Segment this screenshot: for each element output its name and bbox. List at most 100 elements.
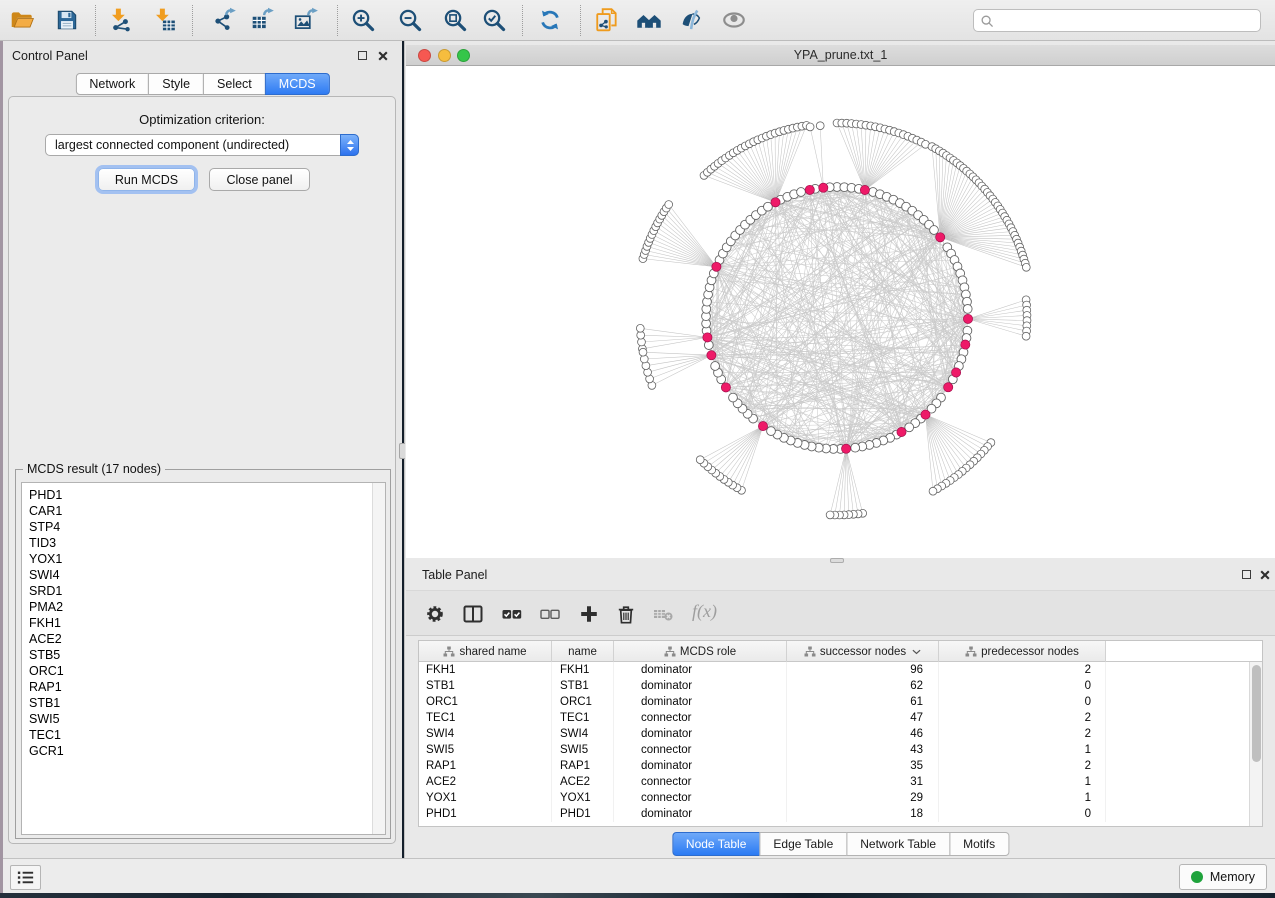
hide-graphics-details-icon[interactable] [678,7,704,33]
window-minimize-traffic-light[interactable] [438,49,451,62]
import-table-icon[interactable] [151,7,177,33]
mcds-list-item[interactable]: SWI5 [22,711,385,727]
cell-successor_nodes: 18 [787,806,939,822]
hierarchy-icon [664,646,676,658]
panel-menu-button[interactable] [10,865,41,890]
network-window-titlebar[interactable]: YPA_prune.txt_1 [406,45,1275,66]
column-header-predecessor-nodes[interactable]: predecessor nodes [939,641,1106,662]
mcds-list-item[interactable]: ACE2 [22,631,385,647]
tab-mcds[interactable]: MCDS [265,73,330,95]
column-header-name[interactable]: name [552,641,614,662]
table-row[interactable]: YOX1YOX1connector291 [419,790,1262,806]
memory-button[interactable]: Memory [1179,864,1267,890]
zoom-fit-icon[interactable] [442,7,468,33]
column-header-successor-nodes[interactable]: successor nodes [787,641,939,662]
mcds-list-item[interactable]: YOX1 [22,551,385,567]
mcds-result-items: PHD1CAR1STP4TID3YOX1SWI4SRD1PMA2FKH1ACE2… [22,487,385,759]
show-graphics-details-icon[interactable] [721,7,747,33]
window-zoom-traffic-light[interactable] [457,49,470,62]
table-row[interactable]: FKH1FKH1dominator962 [419,662,1262,678]
mcds-list-item[interactable]: TID3 [22,535,385,551]
mcds-list-item[interactable]: GCR1 [22,743,385,759]
tab-select[interactable]: Select [203,73,266,95]
mcds-list-item[interactable]: SRD1 [22,583,385,599]
cell-successor_nodes: 61 [787,694,939,710]
float-panel-icon[interactable] [358,51,367,60]
tab-edge-table[interactable]: Edge Table [759,832,847,856]
cell-shared_name: TEC1 [419,710,552,726]
search-input[interactable] [998,11,1256,30]
cell-name: RAP1 [552,758,614,774]
run-mcds-button[interactable]: Run MCDS [98,168,195,191]
zoom-in-icon[interactable] [350,7,376,33]
deselect-all-rows-icon[interactable] [539,603,561,625]
column-header-MCDS-role[interactable]: MCDS role [614,641,787,662]
horizontal-splitter-handle[interactable] [830,558,844,563]
table-row[interactable]: STB1STB1dominator620 [419,678,1262,694]
mcds-list-item[interactable]: STB1 [22,695,385,711]
table-scrollbar-thumb[interactable] [1252,665,1261,762]
mcds-list-item[interactable]: TEC1 [22,727,385,743]
cell-mcds_role: dominator [614,758,787,774]
refresh-icon[interactable] [537,7,563,33]
cell-mcds_role: dominator [614,678,787,694]
export-table-icon[interactable] [250,7,276,33]
search-box[interactable] [973,9,1261,32]
table-settings-icon[interactable] [424,603,446,625]
mcds-list-item[interactable]: SWI4 [22,567,385,583]
mcds-list-item[interactable]: PMA2 [22,599,385,615]
split-panel-icon[interactable] [462,603,484,625]
close-table-panel-icon[interactable] [1260,570,1270,580]
table-row[interactable]: ORC1ORC1dominator610 [419,694,1262,710]
save-session-icon[interactable] [54,7,80,33]
home-icon[interactable] [636,7,662,33]
close-panel-button[interactable]: Close panel [209,168,310,191]
table-row[interactable]: ACE2ACE2connector311 [419,774,1262,790]
mcds-list-scrollbar[interactable] [372,483,385,834]
tab-motifs[interactable]: Motifs [949,832,1009,856]
sort-desc-icon [912,649,921,655]
mcds-list-item[interactable]: ORC1 [22,663,385,679]
table-row[interactable]: TEC1TEC1connector472 [419,710,1262,726]
network-canvas[interactable] [406,66,1275,558]
column-header-shared-name[interactable]: shared name [419,641,552,662]
table-row[interactable]: PHD1PHD1dominator180 [419,806,1262,822]
zoom-out-icon[interactable] [397,7,423,33]
main-toolbar [0,0,1275,41]
cell-name: YOX1 [552,790,614,806]
float-table-panel-icon[interactable] [1242,570,1251,579]
table-row[interactable]: RAP1RAP1dominator352 [419,758,1262,774]
mcds-list-item[interactable]: FKH1 [22,615,385,631]
tab-style[interactable]: Style [148,73,204,95]
node-table: shared namenameMCDS rolesuccessor nodesp… [418,640,1263,827]
delete-column-icon[interactable] [615,603,637,625]
network-view[interactable] [406,66,1275,558]
cell-shared_name: STB1 [419,678,552,694]
table-scrollbar[interactable] [1249,662,1262,826]
export-image-icon[interactable] [293,7,319,33]
close-panel-icon[interactable] [378,51,388,61]
import-network-icon[interactable] [107,7,133,33]
new-network-icon[interactable] [594,7,620,33]
control-panel-title: Control Panel [12,49,88,63]
table-row[interactable]: SWI5SWI5connector431 [419,742,1262,758]
hierarchy-icon [804,646,816,658]
select-all-rows-icon[interactable] [501,603,523,625]
open-file-icon[interactable] [9,7,35,33]
tab-node-table[interactable]: Node Table [672,832,761,856]
mcds-list-item[interactable]: STB5 [22,647,385,663]
mcds-list-item[interactable]: STP4 [22,519,385,535]
mcds-result-list[interactable]: PHD1CAR1STP4TID3YOX1SWI4SRD1PMA2FKH1ACE2… [21,482,386,835]
mcds-list-item[interactable]: CAR1 [22,503,385,519]
zoom-selected-icon[interactable] [481,7,507,33]
mcds-list-item[interactable]: RAP1 [22,679,385,695]
mcds-list-item[interactable]: PHD1 [22,487,385,503]
add-column-icon[interactable] [578,603,600,625]
export-network-icon[interactable] [212,7,238,33]
table-row[interactable]: SWI4SWI4dominator462 [419,726,1262,742]
cell-mcds_role: connector [614,742,787,758]
window-close-traffic-light[interactable] [418,49,431,62]
tab-network-table[interactable]: Network Table [846,832,950,856]
criterion-select[interactable]: largest connected component (undirected) [45,134,359,156]
tab-network[interactable]: Network [75,73,149,95]
